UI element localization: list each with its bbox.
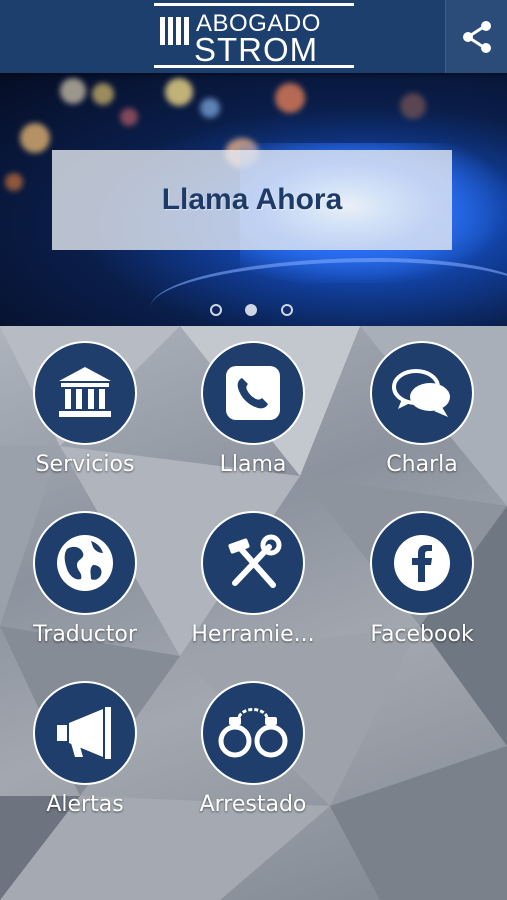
app-header: ABOGADO STROM [0,0,507,73]
hero-banner[interactable]: Llama Ahora [0,73,507,326]
bokeh-light [5,173,23,191]
bokeh-light [165,78,193,106]
menu-circle [33,511,137,615]
menu-circle [33,681,137,785]
share-button[interactable] [445,0,507,73]
share-icon [462,20,491,53]
menu-item-herramientas[interactable]: Herramie... [169,496,337,666]
pillars-icon [160,17,192,45]
call-now-label: Llama Ahora [161,183,343,216]
logo-rule-top [154,3,354,6]
menu-circle [370,341,474,445]
menu-label: Traductor [33,622,137,647]
bokeh-light [60,78,86,104]
menu-item-arrestado[interactable]: Arrestado [169,666,337,836]
bokeh-light [92,83,114,105]
bokeh-light [120,108,138,126]
menu-label: Llama [219,452,287,477]
menu-item-charla[interactable]: Charla [338,326,506,496]
phone-icon [226,366,280,420]
menu-circle [201,511,305,615]
facebook-icon [394,535,450,591]
handcuffs-icon [218,708,288,758]
menu-circle [201,681,305,785]
menu-label: Herramie... [191,622,315,647]
menu-label: Arrestado [199,792,307,817]
bank-icon [59,367,111,417]
bokeh-light [400,93,426,119]
menu-label: Facebook [370,622,474,647]
menu-label: Alertas [46,792,124,817]
menu-item-traductor[interactable]: Traductor [1,496,169,666]
carousel-dot-active[interactable] [245,304,257,316]
bokeh-light [20,123,50,153]
logo: ABOGADO STROM [154,3,354,69]
menu-circle [201,341,305,445]
menu-circle [370,511,474,615]
car-edge [150,258,507,326]
menu-label: Servicios [35,452,135,477]
call-now-banner[interactable]: Llama Ahora [52,150,452,250]
logo-rule-bottom [154,65,354,68]
logo-line2: STROM [194,31,319,68]
carousel-dot[interactable] [210,304,222,316]
menu-label: Charla [386,452,458,477]
menu-item-facebook[interactable]: Facebook [338,496,506,666]
chat-icon [392,369,450,417]
bokeh-light [200,98,220,118]
carousel-dot[interactable] [281,304,293,316]
tools-icon [228,534,282,588]
bokeh-light [275,83,305,113]
menu-item-llama[interactable]: Llama [169,326,337,496]
carousel-dots [210,304,300,320]
menu-circle [33,341,137,445]
menu-item-alertas[interactable]: Alertas [1,666,169,836]
globe-icon [57,535,113,591]
menu-item-servicios[interactable]: Servicios [1,326,169,496]
menu-grid: Servicios Llama Charla Traductor Herrami… [0,326,507,900]
megaphone-icon [57,707,111,759]
